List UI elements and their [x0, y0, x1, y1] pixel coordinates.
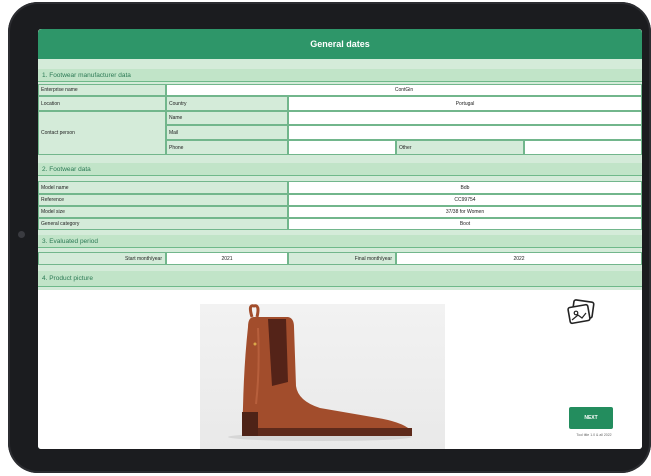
contact-person-label: Contact person	[38, 111, 166, 155]
camera-dot	[18, 231, 25, 238]
country-field[interactable]: Portugal	[288, 96, 642, 111]
model-size-field[interactable]: 37/38 for Women	[288, 206, 642, 218]
reference-field[interactable]: CC99754	[288, 194, 642, 206]
next-button[interactable]: NEXT	[569, 407, 613, 429]
section-period-title: 3. Evaluated period	[38, 235, 642, 248]
model-name-field[interactable]: Bdb	[288, 181, 642, 194]
mail-label: Mail	[166, 125, 288, 140]
final-date-label: Final month/year	[288, 252, 396, 265]
phone-label: Phone	[166, 140, 288, 155]
general-category-field[interactable]: Boot	[288, 218, 642, 230]
product-picture-area: NEXT Tool title 1.0 & all 2022	[38, 290, 642, 449]
reference-label: Reference	[38, 194, 288, 206]
enterprise-name-label: Enterprise name	[38, 84, 166, 96]
boot-image	[228, 304, 412, 441]
location-label: Location	[38, 96, 166, 111]
phone-field[interactable]	[288, 140, 396, 155]
footer-note: Tool title 1.0 & all 2022	[576, 433, 612, 437]
final-date-field[interactable]: 2022	[396, 252, 642, 265]
image-upload-icon[interactable]	[566, 298, 596, 326]
start-date-field[interactable]: 2021	[166, 252, 288, 265]
tablet-frame: General dates 1. Footwear manufacturer d…	[8, 2, 651, 473]
mail-field[interactable]	[288, 125, 642, 140]
general-category-label: General category	[38, 218, 288, 230]
other-field[interactable]	[524, 140, 642, 155]
name-field[interactable]	[288, 111, 642, 125]
product-photo	[200, 304, 445, 449]
model-size-label: Model size	[38, 206, 288, 218]
section-manufacturer-title: 1. Footwear manufacturer data	[38, 69, 642, 82]
enterprise-name-field[interactable]: ContGin	[166, 84, 642, 96]
other-label: Other	[396, 140, 524, 155]
section-picture-title: 4. Product picture	[38, 271, 642, 287]
section-footwear-title: 2. Footwear data	[38, 163, 642, 176]
page-title: General dates	[38, 29, 642, 59]
name-label: Name	[166, 111, 288, 125]
country-label: Country	[166, 96, 288, 111]
app-screen: General dates 1. Footwear manufacturer d…	[38, 29, 642, 449]
start-date-label: Start month/year	[38, 252, 166, 265]
model-name-label: Model name	[38, 181, 288, 194]
